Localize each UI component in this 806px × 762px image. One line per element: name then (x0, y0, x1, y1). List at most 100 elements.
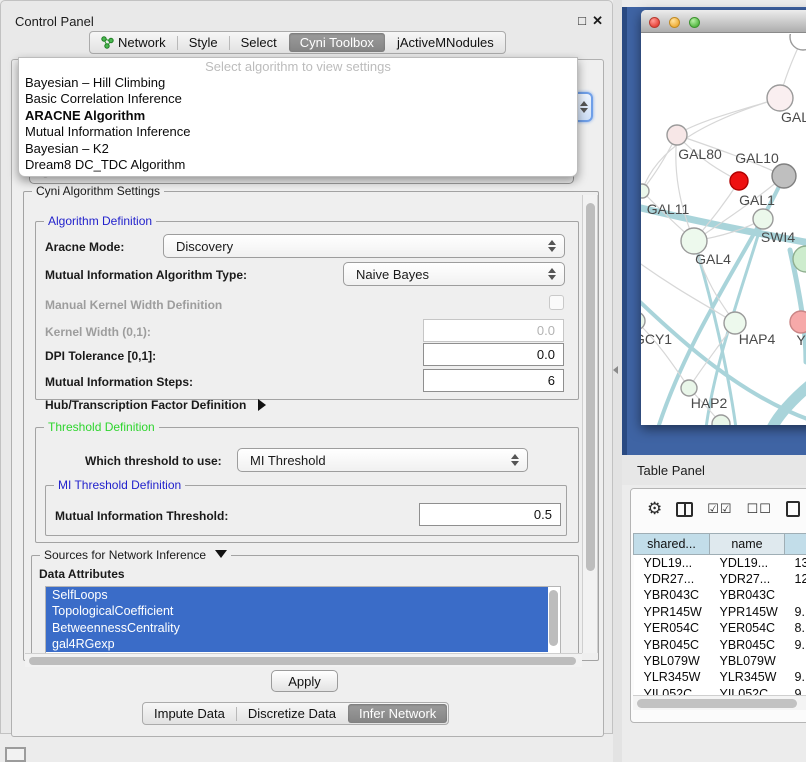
aracne-mode-combo[interactable]: Discovery (163, 234, 565, 258)
network-node[interactable] (730, 172, 748, 190)
attribute-list-item[interactable]: BetweennessCentrality (46, 620, 548, 636)
network-node-gcy1[interactable] (641, 312, 645, 330)
sources-toggle[interactable]: Sources for Network Inference (40, 548, 231, 562)
tab-cyni-toolbox[interactable]: Cyni Toolbox (289, 33, 385, 52)
settings-vscrollbar-thumb[interactable] (586, 203, 595, 571)
table-row[interactable]: YBR043CYBR043C (634, 587, 806, 603)
dropdown-item[interactable]: Dream8 DC_TDC Algorithm (19, 157, 577, 173)
table-hscrollbar-thumb[interactable] (637, 699, 797, 708)
algorithm-combo-arrow[interactable] (577, 92, 593, 122)
which-threshold-combo[interactable]: MI Threshold (237, 448, 528, 472)
network-window-titlebar[interactable] (641, 10, 806, 33)
network-edge[interactable] (642, 98, 780, 191)
mi-steps-field[interactable]: 6 (423, 369, 564, 392)
network-icon (101, 36, 114, 49)
collapsed-panel-icon[interactable] (5, 747, 26, 762)
tab-select[interactable]: Select (230, 33, 288, 52)
tab-discretize-data[interactable]: Discretize Data (237, 704, 347, 723)
expanded-arrow-icon (215, 550, 227, 558)
table-cell: YPR145W (634, 604, 710, 620)
attribute-list-item[interactable]: SelfLoops (46, 587, 548, 603)
hub-definition-toggle[interactable]: Hub/Transcription Factor Definition (45, 398, 266, 412)
table-cell (785, 653, 806, 669)
settings-vscrollbar[interactable] (582, 195, 598, 653)
attribute-list-item[interactable]: gal4RGexp (46, 636, 548, 652)
select-all-rows-icon[interactable]: ☑☑ (707, 501, 732, 517)
data-attributes-list[interactable]: SelfLoopsTopologicalCoefficientBetweenne… (45, 586, 561, 656)
combo-spinner-icon (580, 101, 588, 113)
new-table-doc-icon[interactable] (786, 501, 800, 517)
combo-spinner-icon (548, 240, 556, 252)
network-node-hap2[interactable] (681, 380, 697, 396)
attribute-list-item[interactable]: TopologicalCoefficient (46, 603, 548, 619)
tab-jactivemnodules[interactable]: jActiveMNodules (386, 33, 505, 52)
close-traffic-light[interactable] (649, 17, 660, 28)
column-visibility-icon[interactable] (676, 502, 693, 517)
table-row[interactable]: YPR145WYPR145W9. (634, 604, 806, 620)
float-window-icon[interactable]: □ (578, 13, 586, 28)
settings-hscrollbar-thumb[interactable] (29, 657, 576, 665)
network-node[interactable] (790, 34, 806, 50)
dropdown-item[interactable]: Mutual Information Inference (19, 124, 577, 140)
kernel-width-field[interactable]: 0.0 (423, 319, 564, 342)
dropdown-item[interactable]: Bayesian – K2 (19, 141, 577, 157)
table-row[interactable]: YER054CYER054C8. (634, 620, 806, 636)
network-node-gal10[interactable] (772, 164, 796, 188)
network-node-label: HAP2 (691, 395, 728, 411)
mi-type-combo[interactable]: Naive Bayes (343, 262, 565, 286)
combo-value: Discovery (176, 239, 233, 254)
settings-hscrollbar[interactable] (25, 653, 582, 667)
field-value: 6 (548, 373, 555, 388)
tab-style[interactable]: Style (178, 33, 229, 52)
table-row[interactable]: YDL19...YDL19...13 (634, 555, 806, 571)
splitter-collapse-icon[interactable] (613, 366, 618, 374)
network-node-label: GAL (781, 109, 806, 125)
dropdown-item[interactable]: Basic Correlation Inference (19, 91, 577, 107)
table-cell: 9. (785, 604, 806, 620)
table-row[interactable]: YBL079WYBL079W (634, 653, 806, 669)
group-title: Threshold Definition (44, 420, 159, 434)
panel-splitter[interactable] (613, 0, 622, 762)
table-cell: YBR043C (634, 587, 710, 603)
deselect-all-rows-icon[interactable]: ☐☐ (747, 501, 772, 517)
network-node-gal[interactable] (767, 85, 793, 111)
close-window-icon[interactable]: ✕ (592, 13, 603, 29)
algorithm-dropdown-list: Bayesian – Hill ClimbingBasic Correlatio… (19, 75, 577, 173)
dropdown-item[interactable]: ARACNE Algorithm (19, 108, 577, 124)
zoom-traffic-light[interactable] (689, 17, 700, 28)
tab-impute-data[interactable]: Impute Data (143, 704, 236, 723)
table-cell: YBR045C (710, 636, 785, 652)
table-scroll-area[interactable]: shared... name YDL19...YDL19...13YDR27..… (633, 533, 806, 695)
tab-label: Discretize Data (248, 706, 336, 721)
list-scrollbar-thumb[interactable] (549, 590, 558, 646)
tab-infer-network[interactable]: Infer Network (348, 704, 447, 723)
apply-button[interactable]: Apply (271, 670, 338, 692)
cyni-bottom-tabbar: Impute Data Discretize Data Infer Networ… (142, 702, 449, 725)
table-row[interactable]: YIL052CYIL052C9 (634, 686, 806, 695)
manual-kernel-checkbox[interactable] (549, 295, 564, 310)
dropdown-item[interactable]: Bayesian – Hill Climbing (19, 75, 577, 91)
tab-network[interactable]: Network (90, 33, 177, 52)
table-cell: YBR045C (634, 636, 710, 652)
minimize-traffic-light[interactable] (669, 17, 680, 28)
table-cell: YBL079W (710, 653, 785, 669)
table-settings-gear-icon[interactable]: ⚙ (647, 499, 662, 519)
table-row[interactable]: YBR045CYBR045C9. (634, 636, 806, 652)
table-panel-header: Table Panel (622, 455, 806, 485)
dpi-tolerance-field[interactable]: 0.0 (423, 343, 564, 366)
network-node-gal80[interactable] (667, 125, 687, 145)
network-node-gal1[interactable] (753, 209, 773, 229)
mi-threshold-field[interactable]: 0.5 (419, 503, 561, 526)
table-row[interactable]: YDR27...YDR27...12 (634, 571, 806, 587)
column-header-clipped[interactable] (785, 534, 806, 555)
column-header-shared-name[interactable]: shared... (634, 534, 710, 555)
table-cell: YDR27... (710, 571, 785, 587)
column-header-name[interactable]: name (710, 534, 785, 555)
table-hscrollbar[interactable] (633, 695, 806, 710)
network-node-y[interactable] (790, 311, 806, 333)
table-cell: YER054C (710, 620, 785, 636)
network-canvas[interactable]: GALGAL80GAL10GAL1GAL11SWI4GAL4GCY1HAP4YH… (641, 34, 806, 425)
network-node-gal11[interactable] (641, 184, 649, 198)
table-row[interactable]: YLR345WYLR345W9. (634, 669, 806, 685)
network-node-label: SWI4 (761, 229, 795, 245)
